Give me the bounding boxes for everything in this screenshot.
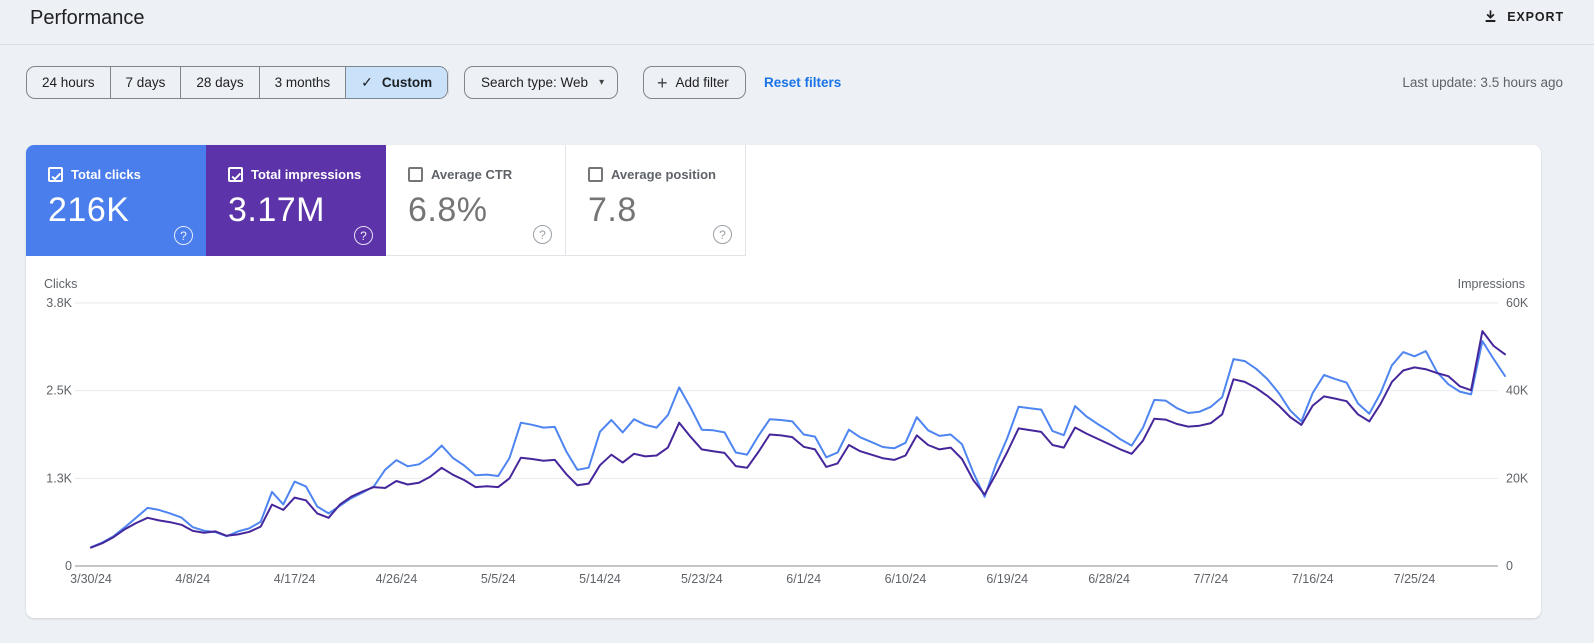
x-axis-date-label: 6/19/24: [986, 572, 1028, 586]
check-icon: ✓: [361, 74, 373, 90]
page-title: Performance: [30, 7, 145, 29]
x-axis-date-label: 5/14/24: [579, 572, 621, 586]
right-axis-tick: 60K: [1506, 296, 1529, 310]
reset-filters-link[interactable]: Reset filters: [764, 75, 841, 90]
x-axis-date-label: 4/26/24: [376, 572, 418, 586]
x-axis-date-label: 5/23/24: [681, 572, 723, 586]
x-axis-date-label: 4/8/24: [175, 572, 210, 586]
range-chip-28-days[interactable]: 28 days: [180, 67, 258, 98]
header-divider: [0, 44, 1594, 45]
right-axis-tick: 0: [1506, 559, 1513, 573]
x-axis-date-label: 7/25/24: [1394, 572, 1436, 586]
x-axis-date-label: 6/28/24: [1088, 572, 1130, 586]
left-axis-title: Clicks: [44, 277, 77, 291]
x-axis-date-label: 3/30/24: [70, 572, 112, 586]
range-chip-7-days[interactable]: 7 days: [109, 67, 181, 98]
x-axis-date-label: 6/10/24: [885, 572, 927, 586]
range-chip-custom[interactable]: ✓ Custom: [345, 67, 448, 98]
add-filter-button[interactable]: + Add filter: [643, 66, 746, 99]
search-type-dropdown[interactable]: Search type: Web ▾: [464, 66, 619, 99]
plus-icon: +: [657, 72, 668, 93]
clicks-line: [90, 340, 1506, 549]
x-axis-date-label: 7/7/24: [1194, 572, 1229, 586]
x-axis-date-label: 4/17/24: [274, 572, 316, 586]
performance-chart: 3.8K 60K 2.5K 40K 1.3K 20K 0 0 Clicks Impressions…: [44, 277, 1529, 586]
left-axis-tick: 2.5K: [46, 384, 72, 398]
x-axis-date-label: 6/1/24: [786, 572, 821, 586]
last-update-text: Last update: 3.5 hours ago: [1402, 75, 1563, 90]
left-axis-tick: 0: [65, 559, 72, 573]
range-chip-3-months[interactable]: 3 months: [258, 67, 346, 98]
export-label: EXPORT: [1507, 9, 1564, 24]
left-axis-tick: 3.8K: [46, 296, 72, 310]
impressions-line: [90, 330, 1506, 549]
date-range-group: 24 hours 7 days 28 days 3 months ✓ Custo…: [26, 66, 449, 99]
right-axis-tick: 40K: [1506, 384, 1529, 398]
left-axis-tick: 1.3K: [46, 471, 72, 485]
right-axis-tick: 20K: [1506, 471, 1529, 485]
x-axis-date-label: 5/5/24: [481, 572, 516, 586]
download-icon: [1483, 9, 1498, 24]
filter-divider: [448, 70, 449, 95]
performance-card: Total clicks 216K ? Total impressions 3.…: [26, 145, 1541, 618]
range-chip-24-hours[interactable]: 24 hours: [27, 67, 110, 98]
export-button[interactable]: EXPORT: [1483, 9, 1564, 24]
chevron-down-icon: ▾: [599, 77, 605, 88]
right-axis-title: Impressions: [1458, 277, 1525, 291]
x-axis-date-label: 7/16/24: [1292, 572, 1334, 586]
